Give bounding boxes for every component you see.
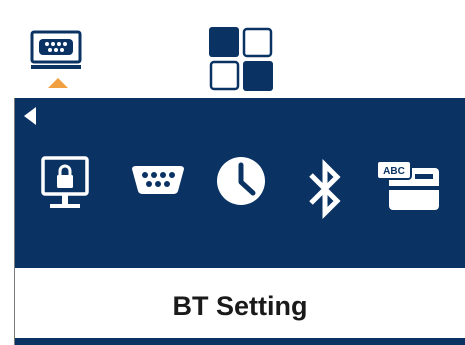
abc-label: ABC [383, 166, 405, 177]
bottom-band [15, 338, 465, 345]
grid-menu-icon[interactable] [208, 26, 274, 92]
device-screen: ABC BT Setting [0, 0, 465, 345]
serial-port-icon[interactable] [29, 30, 83, 74]
abc-card-icon[interactable]: ABC [375, 160, 440, 212]
clock-icon[interactable] [215, 155, 267, 207]
page-title: BT Setting [172, 291, 308, 321]
secure-display-icon[interactable] [40, 155, 90, 213]
bluetooth-icon[interactable] [305, 155, 345, 225]
top-bar [0, 0, 465, 98]
serial-port-icon[interactable] [130, 165, 186, 195]
selection-indicator [48, 78, 68, 88]
back-arrow-icon[interactable] [24, 107, 36, 125]
